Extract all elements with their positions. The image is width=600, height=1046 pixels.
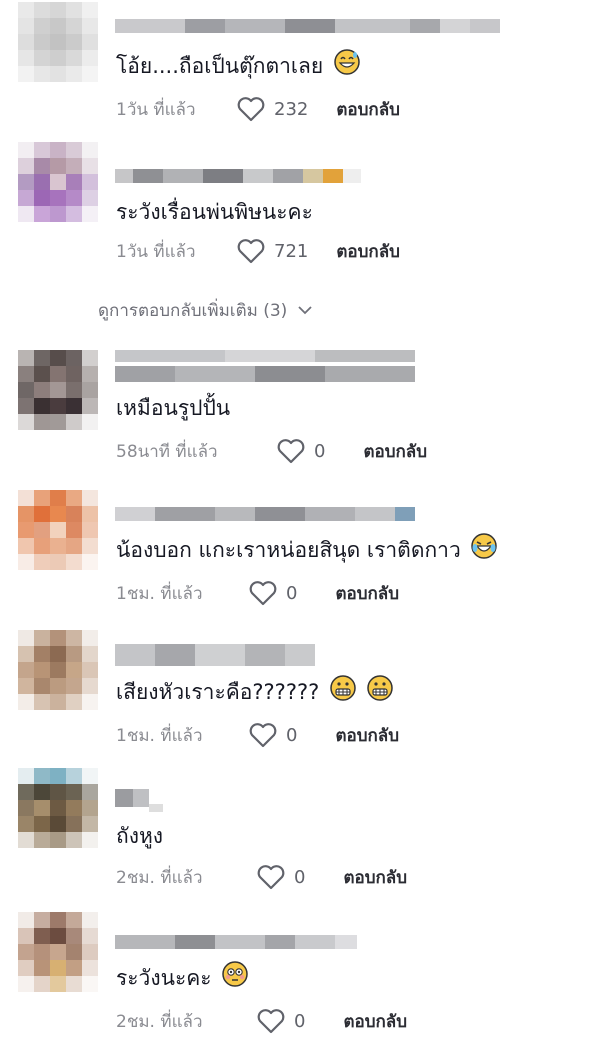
reply-button[interactable]: ตอบกลับ xyxy=(343,864,407,891)
username-blurred[interactable] xyxy=(115,638,315,672)
tears-of-joy-emoji xyxy=(471,532,498,570)
like-button[interactable]: 0 xyxy=(248,722,297,748)
heart-icon xyxy=(257,865,285,890)
comment-meta: 1ชม. ที่แล้ว 0 ตอบกลับ xyxy=(116,576,399,610)
avatar[interactable] xyxy=(18,142,98,222)
reply-button[interactable]: ตอบกลับ xyxy=(336,238,400,265)
like-button[interactable]: 0 xyxy=(276,438,325,464)
comment-meta: 1วัน ที่แล้ว 721 ตอบกลับ xyxy=(116,234,400,268)
comment-text: ถังหูง xyxy=(116,824,164,848)
reply-button[interactable]: ตอบกลับ xyxy=(336,96,400,123)
flushed-emoji xyxy=(222,960,249,998)
grimacing-emoji xyxy=(330,674,356,712)
comment-text: น้องบอก แกะเราหน่อยสินุด เราติดกาว xyxy=(116,532,498,570)
username-blurred[interactable] xyxy=(115,500,415,528)
avatar[interactable] xyxy=(18,630,98,710)
reply-button[interactable]: ตอบกลับ xyxy=(335,722,399,749)
chevron-down-icon xyxy=(298,306,312,315)
username-blurred[interactable] xyxy=(115,784,163,812)
username-blurred[interactable] xyxy=(115,162,361,190)
comment-time: 2ชม. ที่แล้ว xyxy=(116,867,203,888)
comment-meta: 1ชม. ที่แล้ว 0 ตอบกลับ xyxy=(116,718,399,752)
avatar[interactable] xyxy=(18,912,98,992)
heart-icon xyxy=(249,581,277,606)
comment-meta: 2ชม. ที่แล้ว 0 ตอบกลับ xyxy=(116,860,407,894)
heart-icon xyxy=(237,239,265,264)
comment-time: 58นาที ที่แล้ว xyxy=(116,441,218,462)
grimacing-emoji xyxy=(366,674,393,712)
heart-icon xyxy=(249,723,277,748)
like-count: 0 xyxy=(294,866,306,888)
comment-time: 1ชม. ที่แล้ว xyxy=(116,583,203,604)
comment-text: โอ้ย....ถือเป็นตุ๊กตาเลย xyxy=(116,48,360,86)
like-count: 0 xyxy=(286,582,298,604)
comment-meta: 1วัน ที่แล้ว 232 ตอบกลับ xyxy=(116,92,400,126)
like-count: 0 xyxy=(286,724,298,746)
avatar[interactable] xyxy=(18,768,98,848)
reply-button[interactable]: ตอบกลับ xyxy=(343,1008,407,1035)
heart-icon xyxy=(277,439,305,464)
comment-text: เสียงหัวเราะคือ?????? xyxy=(116,674,393,712)
view-more-replies-button[interactable]: ดูการตอบกลับเพิ่มเติม (3) xyxy=(98,296,313,324)
heart-icon xyxy=(257,1009,285,1034)
like-count: 232 xyxy=(274,98,309,120)
like-button[interactable]: 0 xyxy=(256,864,305,890)
comment-meta: 58นาที ที่แล้ว 0 ตอบกลับ xyxy=(116,434,427,468)
like-button[interactable]: 232 xyxy=(236,96,308,122)
comment-time: 2ชม. ที่แล้ว xyxy=(116,1011,203,1032)
like-count: 0 xyxy=(294,1010,306,1032)
grin-sweat-emoji xyxy=(334,48,360,86)
like-count: 721 xyxy=(274,240,309,262)
comment-text: ระวังนะคะ xyxy=(116,960,249,998)
comment-text: ระวังเรื่อนพ่นพิษนะคะ xyxy=(116,200,313,224)
view-more-label: ดูการตอบกลับเพิ่มเติม (3) xyxy=(98,300,288,321)
avatar[interactable] xyxy=(18,490,98,570)
reply-button[interactable]: ตอบกลับ xyxy=(363,438,427,465)
avatar[interactable] xyxy=(18,350,98,430)
heart-icon xyxy=(237,97,265,122)
like-count: 0 xyxy=(314,440,326,462)
comment-time: 1ชม. ที่แล้ว xyxy=(116,725,203,746)
username-blurred[interactable] xyxy=(115,928,357,956)
comment-time: 1วัน ที่แล้ว xyxy=(116,241,196,262)
reply-button[interactable]: ตอบกลับ xyxy=(335,580,399,607)
avatar[interactable] xyxy=(18,2,98,82)
comment-text: เหมือนรูปปั้น xyxy=(116,396,231,420)
comment-time: 1วัน ที่แล้ว xyxy=(116,99,196,120)
like-button[interactable]: 721 xyxy=(236,238,308,264)
like-button[interactable]: 0 xyxy=(256,1008,305,1034)
like-button[interactable]: 0 xyxy=(248,580,297,606)
username-blurred[interactable] xyxy=(115,350,415,390)
comment-meta: 2ชม. ที่แล้ว 0 ตอบกลับ xyxy=(116,1004,407,1038)
username-blurred[interactable] xyxy=(115,12,500,40)
